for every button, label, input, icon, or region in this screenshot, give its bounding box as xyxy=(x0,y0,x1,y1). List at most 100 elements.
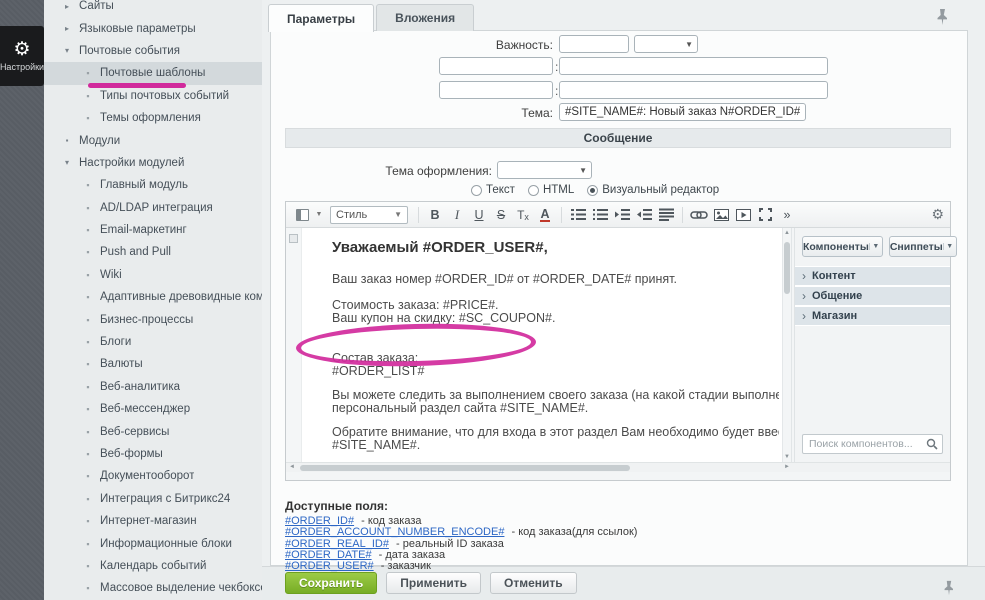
ordered-list-icon[interactable] xyxy=(568,205,588,225)
menu-item-marker-icon: ▪ xyxy=(81,180,95,190)
design-theme-select[interactable]: ▼ xyxy=(497,161,592,179)
component-search-input[interactable] xyxy=(802,434,943,454)
pin-icon[interactable] xyxy=(943,580,955,600)
sidebar-menu-item[interactable]: ▪ Wiki xyxy=(44,264,262,286)
sidebar-menu-item[interactable]: ▪ Интернет-магазин xyxy=(44,510,262,532)
settings-nav-label: Настройки xyxy=(0,62,44,72)
strikethrough-button[interactable]: S xyxy=(491,205,511,225)
template-paragraph: Обратите внимание, что для входа в этот … xyxy=(332,426,779,440)
indent-icon[interactable] xyxy=(612,205,632,225)
bold-button[interactable]: B xyxy=(425,205,445,225)
menu-item-marker-icon: ▪ xyxy=(81,91,95,101)
scroll-down-icon[interactable]: ▼ xyxy=(784,454,790,460)
menu-item-label: Календарь событий xyxy=(100,560,206,572)
save-button[interactable]: Сохранить xyxy=(285,572,377,594)
sidebar-menu-item[interactable]: ▪ Веб-формы xyxy=(44,443,262,465)
sidebar-menu-item[interactable]: ▪ Веб-сервисы xyxy=(44,420,262,442)
sidebar-menu-item[interactable]: ▪ Бизнес-процессы xyxy=(44,308,262,330)
panel-toggle-button[interactable] xyxy=(292,205,312,225)
sidebar-menu-item[interactable]: ▪ Push and Pull xyxy=(44,241,262,263)
subject-input[interactable] xyxy=(559,103,806,121)
menu-item-label: Wiki xyxy=(100,269,122,281)
editor-horizontal-scrollbar[interactable]: ◄ ► xyxy=(286,462,950,472)
field-code-link[interactable]: #ORDER_ACCOUNT_NUMBER_ENCODE# xyxy=(285,526,504,538)
align-icon[interactable] xyxy=(656,205,676,225)
unordered-list-icon[interactable] xyxy=(590,205,610,225)
menu-item-marker-icon: ▾ xyxy=(60,158,74,167)
cancel-button[interactable]: Отменить xyxy=(490,572,577,594)
sidebar-menu-item[interactable]: ▪ Календарь событий xyxy=(44,555,262,577)
italic-button[interactable]: I xyxy=(447,205,467,225)
menu-item-marker-icon: ▪ xyxy=(81,225,95,235)
sidebar-menu-item[interactable]: ▪ Веб-аналитика xyxy=(44,376,262,398)
bitrix-admin-page: ⚙ Настройки ▸ Сайты ▸ Языковые параметры… xyxy=(0,0,985,600)
sidebar-menu-item[interactable]: ▪ Главный модуль xyxy=(44,174,262,196)
image-icon[interactable] xyxy=(711,205,731,225)
sidebar-menu-item[interactable]: ▪ Массовое выделение чекбоксов xyxy=(44,577,262,599)
outdent-icon[interactable] xyxy=(634,205,654,225)
sidebar-menu-item[interactable]: ▪ Типы почтовых событий xyxy=(44,85,262,107)
scroll-up-icon[interactable]: ▲ xyxy=(784,230,790,236)
field-code-link[interactable]: #ORDER_DATE# xyxy=(285,549,372,561)
extra-field-name-input-1[interactable] xyxy=(439,57,553,75)
importance-input[interactable] xyxy=(559,35,629,53)
scroll-right-icon[interactable]: ► xyxy=(784,464,790,470)
editor-settings-gear-icon[interactable]: ⚙ xyxy=(931,206,944,223)
extra-field-value-input-2[interactable] xyxy=(559,81,828,99)
sidebar-menu-item[interactable]: ▪ Адаптивные древовидные комментарии н xyxy=(44,286,262,308)
scroll-left-icon[interactable]: ◄ xyxy=(289,464,295,470)
field-code-link[interactable]: #ORDER_USER# xyxy=(285,560,374,572)
menu-item-marker-icon: ▪ xyxy=(81,68,95,78)
sidebar-menu-item[interactable]: ▪ Информационные блоки xyxy=(44,532,262,554)
video-icon[interactable] xyxy=(733,205,753,225)
components-panel-button[interactable]: Сниппеты ▼ xyxy=(889,236,957,257)
sidebar-menu-item[interactable]: ▪ Блоги xyxy=(44,331,262,353)
sidebar-menu-item[interactable]: ▪ Веб-мессенджер xyxy=(44,398,262,420)
style-select[interactable]: Стиль ▼ xyxy=(330,206,408,224)
more-tools-button[interactable]: » xyxy=(777,205,797,225)
link-icon[interactable] xyxy=(689,205,709,225)
font-color-button[interactable]: A xyxy=(535,205,555,225)
accordion-section[interactable]: › Общение xyxy=(795,286,950,306)
tab[interactable]: Параметры xyxy=(268,4,374,32)
scrollbar-thumb[interactable] xyxy=(300,465,630,471)
editor-mode-radio[interactable]: HTML xyxy=(528,184,574,196)
extra-field-value-input-1[interactable] xyxy=(559,57,828,75)
scrollbar-thumb[interactable] xyxy=(784,242,790,294)
sidebar-menu-item[interactable]: ▪ Модули xyxy=(44,129,262,151)
sidebar-menu-item[interactable]: ▾ Настройки модулей xyxy=(44,152,262,174)
editor-text-area[interactable]: Уважаемый #ORDER_USER#, Ваш заказ номер … xyxy=(286,228,792,462)
accordion-section[interactable]: › Контент xyxy=(795,266,950,286)
field-code-link[interactable]: #ORDER_REAL_ID# xyxy=(285,538,389,550)
underline-button[interactable]: U xyxy=(469,205,489,225)
sidebar-menu-item[interactable]: ▪ Почтовые шаблоны xyxy=(44,62,262,84)
clear-format-button[interactable]: Tx xyxy=(513,205,533,225)
sidebar-menu-item[interactable]: ▪ Интеграция с Битрикс24 xyxy=(44,488,262,510)
sidebar-menu-item[interactable]: ▪ Документооборот xyxy=(44,465,262,487)
sidebar-menu-item[interactable]: ▪ AD/LDAP интеграция xyxy=(44,197,262,219)
editor-mode-radio[interactable]: Визуальный редактор xyxy=(587,184,719,196)
sidebar-menu-item[interactable]: ▪ Email-маркетинг xyxy=(44,219,262,241)
sidebar-menu-item[interactable]: ▸ Языковые параметры xyxy=(44,17,262,39)
importance-select[interactable]: ▼ xyxy=(634,35,698,53)
extra-field-name-input-2[interactable] xyxy=(439,81,553,99)
editor-mode-radio[interactable]: Текст xyxy=(471,184,515,196)
fullscreen-icon[interactable] xyxy=(755,205,775,225)
pin-icon[interactable] xyxy=(936,8,949,31)
settings-nav-tile[interactable]: ⚙ Настройки xyxy=(0,26,44,86)
sidebar-menu-item[interactable]: ▪ Валюты xyxy=(44,353,262,375)
panel-toggle-arrow[interactable]: ▼ xyxy=(314,205,324,225)
accordion-section[interactable]: › Магазин xyxy=(795,306,950,326)
sidebar-menu-item[interactable]: ▾ Почтовые события xyxy=(44,40,262,62)
apply-button[interactable]: Применить xyxy=(386,572,481,594)
components-panel-button[interactable]: Компоненты ▼ xyxy=(802,236,883,257)
tab[interactable]: Вложения xyxy=(376,4,474,31)
sidebar-menu-item[interactable]: ▪ Темы оформления xyxy=(44,107,262,129)
field-code-link[interactable]: #ORDER_ID# xyxy=(285,515,354,527)
radio-label: HTML xyxy=(543,184,574,196)
template-paragraph: Вы можете следить за выполнением своего … xyxy=(332,389,779,403)
editor-block-handle-icon[interactable] xyxy=(289,234,298,243)
sidebar-menu-item[interactable]: ▸ Сайты xyxy=(44,0,262,17)
radio-label: Текст xyxy=(486,184,515,196)
editor-vertical-scrollbar[interactable]: ▲ ▼ xyxy=(782,228,791,462)
